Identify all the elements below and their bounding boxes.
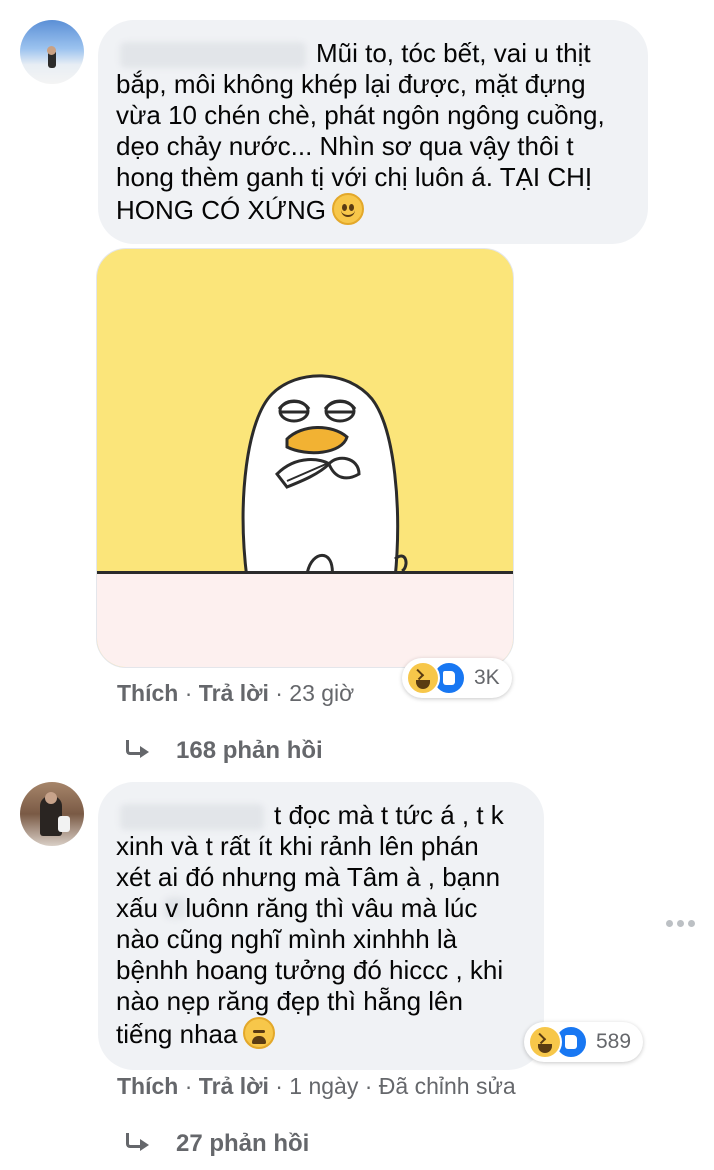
comment-actions: Thích · Trả lời · 1 ngày · Đã chỉnh sửa <box>117 1073 516 1100</box>
reaction-count: 3K <box>474 666 500 689</box>
comment-text: t đọc mà t tức á , t k xinh và t rất ít … <box>116 800 504 1049</box>
comment-bubble: Mũi to, tóc bết, vai u thịt bắp, môi khô… <box>98 20 648 244</box>
reply-link[interactable]: Trả lời <box>199 680 269 707</box>
tired-face-emoji <box>243 1017 276 1049</box>
comment-text: Mũi to, tóc bết, vai u thịt bắp, môi khô… <box>116 38 605 225</box>
comment-time[interactable]: · 23 giờ <box>275 680 354 707</box>
reaction-summary[interactable]: 3K <box>402 658 512 698</box>
comment-text-container: Mũi to, tóc bết, vai u thịt bắp, môi khô… <box>116 38 636 226</box>
replies-count: 168 phản hồi <box>176 737 323 764</box>
comment-text-container: t đọc mà t tức á , t k xinh và t rất ít … <box>116 800 536 1050</box>
replies-count: 27 phản hồi <box>176 1130 310 1157</box>
like-link[interactable]: Thích <box>117 680 178 707</box>
more-options-icon[interactable] <box>666 920 695 927</box>
reply-arrow-icon <box>124 740 154 762</box>
view-replies-link[interactable]: 168 phản hồi <box>124 737 323 765</box>
comment-time[interactable]: · 1 ngày · Đã chỉnh sửa <box>275 1073 515 1100</box>
view-replies-link[interactable]: 27 phản hồi <box>124 1130 309 1158</box>
comment-bubble: t đọc mà t tức á , t k xinh và t rất ít … <box>98 782 544 1070</box>
reply-arrow-icon <box>124 1133 154 1155</box>
commenter-avatar[interactable] <box>20 20 84 84</box>
haha-icon <box>406 661 440 695</box>
reply-link[interactable]: Trả lời <box>199 1073 269 1100</box>
commenter-avatar[interactable] <box>20 782 84 846</box>
comment-actions: Thích · Trả lời · 23 giờ <box>117 680 355 707</box>
reaction-count: 589 <box>596 1030 632 1053</box>
duck-sticker-image[interactable] <box>96 248 514 668</box>
haha-icon <box>528 1025 562 1059</box>
reaction-summary[interactable]: 589 <box>524 1022 644 1062</box>
sticker-floor <box>97 571 513 667</box>
like-link[interactable]: Thích <box>117 1073 178 1100</box>
slightly-smiling-face-emoji <box>332 193 364 225</box>
